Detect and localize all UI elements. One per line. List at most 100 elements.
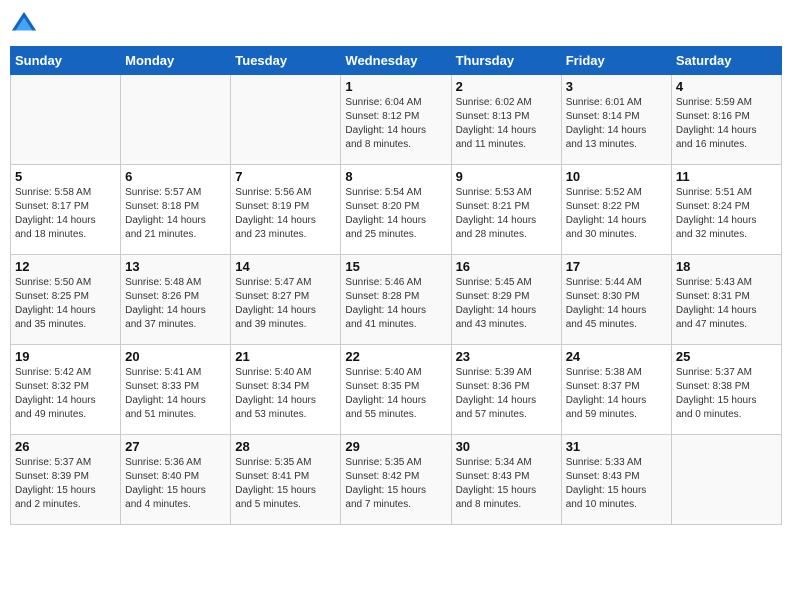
header-friday: Friday	[561, 47, 671, 75]
day-info-12: Sunrise: 5:50 AM Sunset: 8:25 PM Dayligh…	[15, 276, 116, 332]
day-number-15: 15	[345, 259, 446, 274]
day-info-30: Sunrise: 5:34 AM Sunset: 8:43 PM Dayligh…	[456, 456, 557, 512]
day-info-22: Sunrise: 5:40 AM Sunset: 8:35 PM Dayligh…	[345, 366, 446, 422]
week-row-3: 12 Sunrise: 5:50 AM Sunset: 8:25 PM Dayli…	[11, 255, 782, 345]
day-number-24: 24	[566, 349, 667, 364]
day-info-17: Sunrise: 5:44 AM Sunset: 8:30 PM Dayligh…	[566, 276, 667, 332]
day-number-4: 4	[676, 79, 777, 94]
day-cell-7: 7Sunrise: 5:56 AM Sunset: 8:19 PM Daylig…	[231, 165, 341, 255]
day-number-28: 28	[235, 439, 336, 454]
day-cell-3: 3 Sunrise: 6:01 AM Sunset: 8:14 PM Daylig…	[561, 75, 671, 165]
logo-icon	[10, 10, 38, 38]
day-cell-15: 15 Sunrise: 5:46 AM Sunset: 8:28 PM Dayli…	[341, 255, 451, 345]
day-info-26: Sunrise: 5:37 AM Sunset: 8:39 PM Dayligh…	[15, 456, 116, 512]
day-number-12: 12	[15, 259, 116, 274]
header-thursday: Thursday	[451, 47, 561, 75]
empty-cell	[11, 75, 121, 165]
day-info-9: Sunrise: 5:53 AM Sunset: 8:21 PM Dayligh…	[456, 186, 557, 242]
day-cell-5: 5 Sunrise: 5:58 AM Sunset: 8:17 PM Daylig…	[11, 165, 121, 255]
day-info-5: Sunrise: 5:58 AM Sunset: 8:17 PM Dayligh…	[15, 186, 116, 242]
day-cell-8: 8 Sunrise: 5:54 AM Sunset: 8:20 PM Daylig…	[341, 165, 451, 255]
day-number-2: 2	[456, 79, 557, 94]
day-info-1: Sunrise: 6:04 AM Sunset: 8:12 PM Dayligh…	[345, 96, 446, 152]
day-info-23: Sunrise: 5:39 AM Sunset: 8:36 PM Dayligh…	[456, 366, 557, 422]
day-cell-9: 9 Sunrise: 5:53 AM Sunset: 8:21 PM Daylig…	[451, 165, 561, 255]
week-row-5: 26 Sunrise: 5:37 AM Sunset: 8:39 PM Dayli…	[11, 435, 782, 525]
day-number-18: 18	[676, 259, 777, 274]
day-cell-13: 13 Sunrise: 5:48 AM Sunset: 8:26 PM Dayli…	[121, 255, 231, 345]
day-cell-23: 23 Sunrise: 5:39 AM Sunset: 8:36 PM Dayli…	[451, 345, 561, 435]
day-cell-1: 1 Sunrise: 6:04 AM Sunset: 8:12 PM Daylig…	[341, 75, 451, 165]
logo	[10, 10, 42, 38]
day-number-22: 22	[345, 349, 446, 364]
day-cell-20: 20 Sunrise: 5:41 AM Sunset: 8:33 PM Dayli…	[121, 345, 231, 435]
day-info-14: Sunrise: 5:47 AM Sunset: 8:27 PM Dayligh…	[235, 276, 336, 332]
day-info-4: Sunrise: 5:59 AM Sunset: 8:16 PM Dayligh…	[676, 96, 777, 152]
day-info-21: Sunrise: 5:40 AM Sunset: 8:34 PM Dayligh…	[235, 366, 336, 422]
day-cell-26: 26 Sunrise: 5:37 AM Sunset: 8:39 PM Dayli…	[11, 435, 121, 525]
day-cell-17: 17Sunrise: 5:44 AM Sunset: 8:30 PM Dayli…	[561, 255, 671, 345]
day-info-20: Sunrise: 5:41 AM Sunset: 8:33 PM Dayligh…	[125, 366, 226, 422]
day-info-11: Sunrise: 5:51 AM Sunset: 8:24 PM Dayligh…	[676, 186, 777, 242]
day-cell-11: 11 Sunrise: 5:51 AM Sunset: 8:24 PM Dayli…	[671, 165, 781, 255]
day-number-16: 16	[456, 259, 557, 274]
day-info-3: Sunrise: 6:01 AM Sunset: 8:14 PM Dayligh…	[566, 96, 667, 152]
day-cell-14: 14Sunrise: 5:47 AM Sunset: 8:27 PM Dayli…	[231, 255, 341, 345]
day-number-11: 11	[676, 169, 777, 184]
day-cell-19: 19 Sunrise: 5:42 AM Sunset: 8:32 PM Dayli…	[11, 345, 121, 435]
day-info-18: Sunrise: 5:43 AM Sunset: 8:31 PM Dayligh…	[676, 276, 777, 332]
day-number-29: 29	[345, 439, 446, 454]
day-number-10: 10	[566, 169, 667, 184]
header-tuesday: Tuesday	[231, 47, 341, 75]
day-number-26: 26	[15, 439, 116, 454]
week-row-2: 5 Sunrise: 5:58 AM Sunset: 8:17 PM Daylig…	[11, 165, 782, 255]
week-row-1: 1 Sunrise: 6:04 AM Sunset: 8:12 PM Daylig…	[11, 75, 782, 165]
calendar-header-row: SundayMondayTuesdayWednesdayThursdayFrid…	[11, 47, 782, 75]
page-header	[10, 10, 782, 38]
calendar-table: SundayMondayTuesdayWednesdayThursdayFrid…	[10, 46, 782, 525]
day-number-23: 23	[456, 349, 557, 364]
day-cell-4: 4 Sunrise: 5:59 AM Sunset: 8:16 PM Daylig…	[671, 75, 781, 165]
day-number-27: 27	[125, 439, 226, 454]
day-number-1: 1	[345, 79, 446, 94]
empty-cell	[671, 435, 781, 525]
day-number-5: 5	[15, 169, 116, 184]
empty-cell	[121, 75, 231, 165]
day-cell-10: 10 Sunrise: 5:52 AM Sunset: 8:22 PM Dayli…	[561, 165, 671, 255]
day-cell-2: 2 Sunrise: 6:02 AM Sunset: 8:13 PM Daylig…	[451, 75, 561, 165]
day-info-29: Sunrise: 5:35 AM Sunset: 8:42 PM Dayligh…	[345, 456, 446, 512]
day-info-25: Sunrise: 5:37 AM Sunset: 8:38 PM Dayligh…	[676, 366, 777, 422]
day-info-2: Sunrise: 6:02 AM Sunset: 8:13 PM Dayligh…	[456, 96, 557, 152]
header-saturday: Saturday	[671, 47, 781, 75]
day-info-28: Sunrise: 5:35 AM Sunset: 8:41 PM Dayligh…	[235, 456, 336, 512]
day-cell-24: 24Sunrise: 5:38 AM Sunset: 8:37 PM Dayli…	[561, 345, 671, 435]
day-number-13: 13	[125, 259, 226, 274]
day-cell-22: 22 Sunrise: 5:40 AM Sunset: 8:35 PM Dayli…	[341, 345, 451, 435]
day-info-7: Sunrise: 5:56 AM Sunset: 8:19 PM Dayligh…	[235, 186, 336, 242]
day-number-8: 8	[345, 169, 446, 184]
day-info-15: Sunrise: 5:46 AM Sunset: 8:28 PM Dayligh…	[345, 276, 446, 332]
day-number-21: 21	[235, 349, 336, 364]
week-row-4: 19 Sunrise: 5:42 AM Sunset: 8:32 PM Dayli…	[11, 345, 782, 435]
day-info-8: Sunrise: 5:54 AM Sunset: 8:20 PM Dayligh…	[345, 186, 446, 242]
day-cell-25: 25Sunrise: 5:37 AM Sunset: 8:38 PM Dayli…	[671, 345, 781, 435]
day-number-31: 31	[566, 439, 667, 454]
header-sunday: Sunday	[11, 47, 121, 75]
day-info-10: Sunrise: 5:52 AM Sunset: 8:22 PM Dayligh…	[566, 186, 667, 242]
header-monday: Monday	[121, 47, 231, 75]
day-info-13: Sunrise: 5:48 AM Sunset: 8:26 PM Dayligh…	[125, 276, 226, 332]
day-number-6: 6	[125, 169, 226, 184]
day-number-9: 9	[456, 169, 557, 184]
day-info-16: Sunrise: 5:45 AM Sunset: 8:29 PM Dayligh…	[456, 276, 557, 332]
day-cell-16: 16 Sunrise: 5:45 AM Sunset: 8:29 PM Dayli…	[451, 255, 561, 345]
day-cell-27: 27Sunrise: 5:36 AM Sunset: 8:40 PM Dayli…	[121, 435, 231, 525]
day-info-31: Sunrise: 5:33 AM Sunset: 8:43 PM Dayligh…	[566, 456, 667, 512]
day-number-3: 3	[566, 79, 667, 94]
empty-cell	[231, 75, 341, 165]
day-info-19: Sunrise: 5:42 AM Sunset: 8:32 PM Dayligh…	[15, 366, 116, 422]
day-number-19: 19	[15, 349, 116, 364]
day-number-20: 20	[125, 349, 226, 364]
day-cell-6: 6Sunrise: 5:57 AM Sunset: 8:18 PM Daylig…	[121, 165, 231, 255]
day-cell-29: 29 Sunrise: 5:35 AM Sunset: 8:42 PM Dayli…	[341, 435, 451, 525]
day-cell-18: 18 Sunrise: 5:43 AM Sunset: 8:31 PM Dayli…	[671, 255, 781, 345]
